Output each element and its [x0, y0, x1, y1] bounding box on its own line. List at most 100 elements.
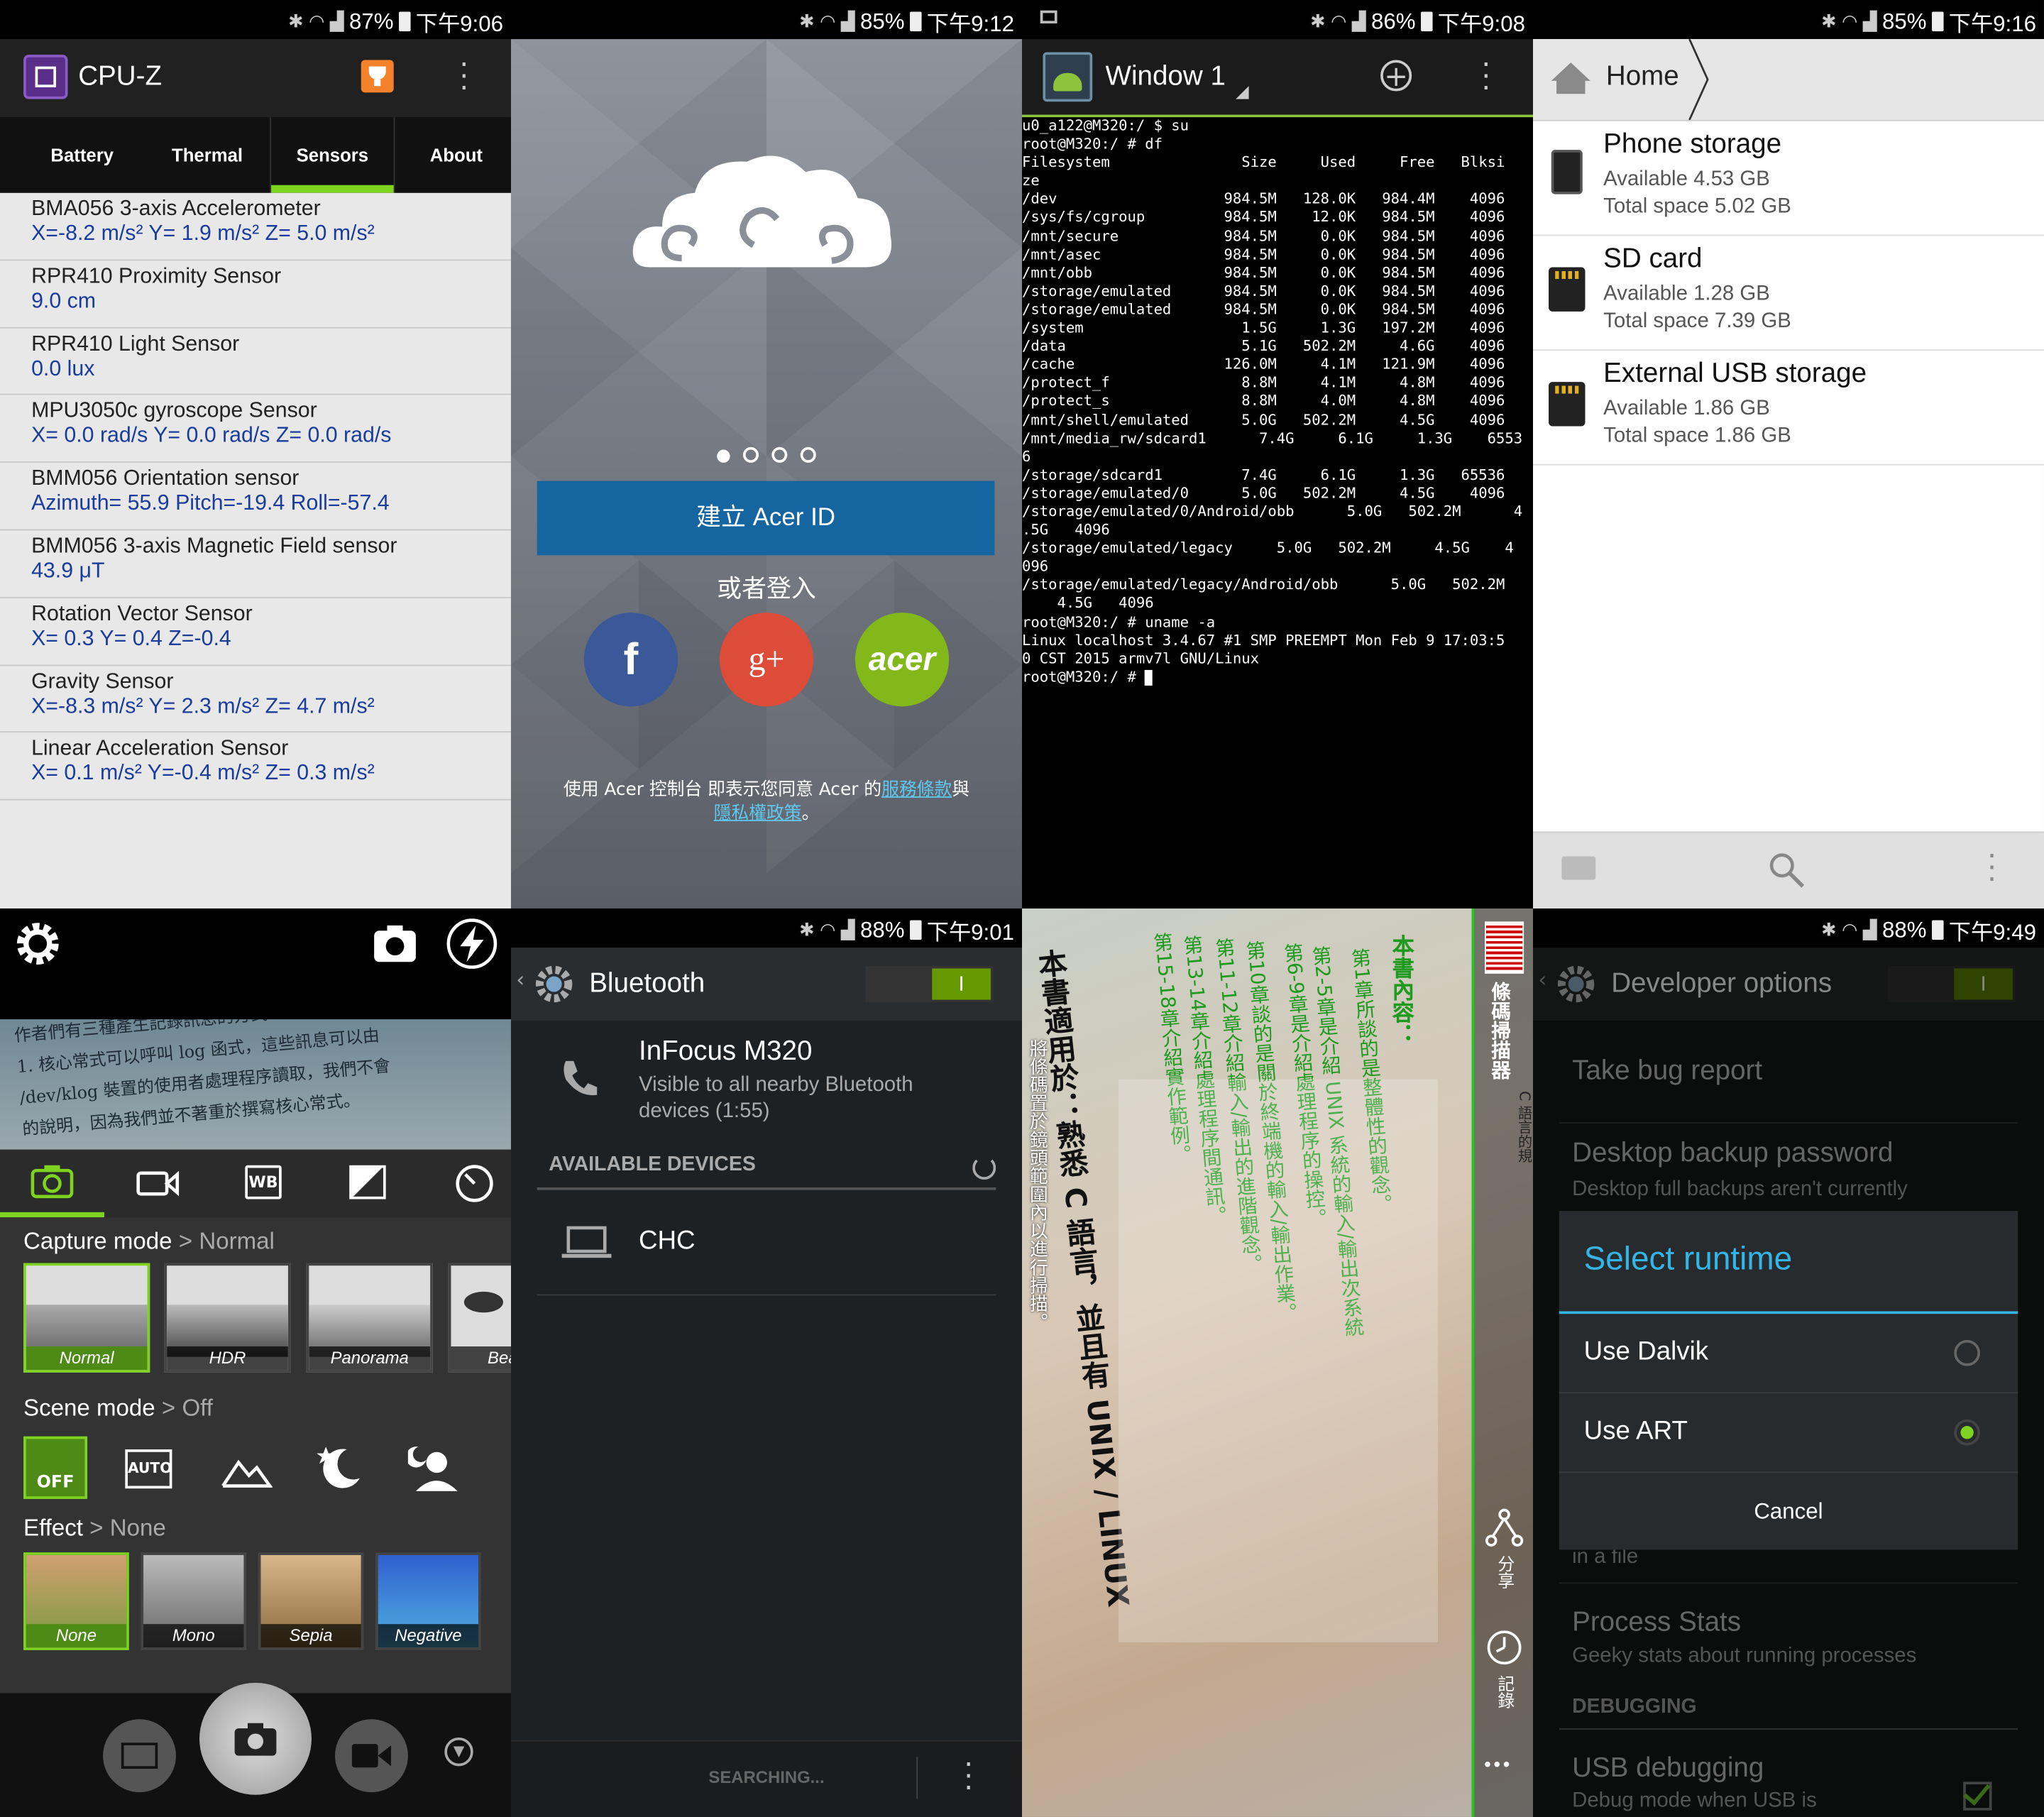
divider [1559, 1728, 2018, 1730]
bluetooth-settings-icon[interactable] [532, 962, 576, 1006]
tab-sensors[interactable]: Sensors [270, 117, 395, 193]
terminal-line: /mnt/shell/emulated 5.0G 502.2M 4.5G 409… [1022, 411, 1505, 429]
device-visibility[interactable]: Visible to all nearby Bluetooth devices … [639, 1072, 978, 1124]
dropdown-corner-icon[interactable] [1236, 86, 1249, 99]
cancel-button[interactable]: Cancel [1559, 1473, 2018, 1549]
chevron-down-icon[interactable]: ▼ [444, 1737, 473, 1767]
capture-mode-hdr[interactable]: HDR [164, 1263, 291, 1373]
page-title: Bluetooth [589, 968, 705, 999]
create-acer-id-button[interactable]: 建立 Acer ID [537, 481, 995, 556]
photo-tab[interactable] [0, 1150, 104, 1218]
night-icon[interactable] [313, 1442, 365, 1493]
video-record-button[interactable] [335, 1719, 408, 1793]
tab-bar: Battery Thermal Sensors About [0, 117, 511, 193]
window-title[interactable]: Window 1 [1106, 61, 1226, 92]
terminal-line: /storage/emulated/0 5.0G 502.2M 4.5G 409… [1022, 484, 1505, 502]
shutter-button[interactable] [199, 1682, 312, 1795]
terms-of-service-link[interactable]: 服務條款 [881, 779, 952, 800]
laptop-icon [561, 1226, 612, 1258]
settings-icon[interactable] [1554, 962, 1598, 1006]
terminal-line: u0_a122@M320:/ $ su [1022, 117, 1189, 135]
search-icon[interactable] [1768, 851, 1807, 890]
share-label[interactable]: 分享 [1491, 1555, 1516, 1589]
overflow-icon[interactable]: · · · [1987, 842, 1997, 894]
process-stats[interactable]: Process Stats [1572, 1607, 1741, 1638]
effect-negative[interactable]: Negative [375, 1552, 481, 1650]
google-plus-icon: g+ [748, 639, 785, 678]
page-dot-active [717, 449, 730, 463]
option-art[interactable]: Use ART [1559, 1393, 2018, 1473]
night-portrait-icon[interactable] [407, 1442, 466, 1493]
take-bug-report[interactable]: Take bug report [1572, 1056, 1762, 1087]
home-icon[interactable] [1549, 60, 1593, 96]
capture-mode-beauty[interactable]: Beauti [448, 1263, 511, 1373]
effect-mono[interactable]: Mono [141, 1552, 247, 1650]
camera-bottom-bar: ▼ [0, 1682, 511, 1817]
divider [1559, 1582, 2018, 1584]
desktop-backup-password[interactable]: Desktop backup password [1572, 1138, 1893, 1169]
overflow-icon[interactable]: · · · [1481, 52, 1492, 104]
exposure-icon[interactable] [349, 1165, 386, 1200]
scan-hint: 將條碼置於鏡頭範圍內以進行掃描。 [1027, 1038, 1048, 1331]
gear-icon[interactable] [12, 918, 64, 970]
radio-unchecked[interactable] [1954, 1339, 1980, 1366]
capture-mode-normal[interactable]: Normal [23, 1263, 150, 1373]
settings-panel: Capture mode > Normal Normal HDR Panoram… [0, 1217, 511, 1694]
google-plus-button[interactable]: g+ [719, 613, 814, 707]
device-item-chc[interactable]: CHC [537, 1192, 996, 1296]
signal-icon: ▟ [1862, 10, 1877, 32]
storage-item-usb[interactable]: External USB storage Available 1.86 GB T… [1533, 350, 2044, 466]
storage-item-sd[interactable]: SD card Available 1.28 GB Total space 7.… [1533, 236, 2044, 351]
tab-about[interactable]: About [395, 117, 511, 193]
terminal-line: 0 CST 2015 armv7l GNU/Linux [1022, 649, 1260, 667]
sensor-value: X= 0.1 m/s² Y=-0.4 m/s² Z= 0.3 m/s² [31, 762, 375, 786]
share-icon[interactable] [1485, 1508, 1524, 1547]
devopt-toggle[interactable]: I [1887, 965, 2016, 1003]
terminal-output[interactable]: u0_a122@M320:/ $ su root@M320:/ # df Files… [1022, 117, 1533, 908]
bluetooth-toggle[interactable]: I [865, 965, 994, 1003]
scene-off-button[interactable]: OFF [23, 1436, 88, 1499]
video-icon[interactable] [136, 1165, 180, 1202]
tab-thermal[interactable]: Thermal [146, 117, 269, 193]
back-caret[interactable]: ‹ [516, 967, 524, 992]
overflow-icon[interactable]: ••• [1482, 1756, 1512, 1777]
camera-switch-icon[interactable] [369, 918, 421, 970]
panorama-button[interactable] [103, 1719, 176, 1793]
video-icon [351, 1744, 392, 1768]
terminal-line: 096 [1022, 558, 1049, 576]
tab-battery[interactable]: Battery [21, 117, 143, 193]
searching-button[interactable]: SEARCHING... [511, 1767, 1022, 1787]
status-time: 下午9:12 [926, 11, 1014, 37]
storage-item-phone[interactable]: Phone storage Available 4.53 GB Total sp… [1533, 121, 2044, 236]
status-bar: ✱ ◠ ▟ 88% 下午9:01 [511, 908, 1022, 948]
flash-icon[interactable] [444, 916, 499, 971]
privacy-policy-link[interactable]: 隱私權政策 [714, 803, 802, 823]
scanner-side-bar: 條碼掃描器 C 語言的規 分享 記錄 ••• [1471, 908, 1533, 1817]
radio-checked[interactable] [1954, 1419, 1980, 1446]
terminal-app-bar: Window 1 + · · · [1022, 39, 1533, 118]
overflow-icon[interactable]: · · · [459, 52, 470, 104]
capture-mode-panorama[interactable]: Panorama [306, 1263, 433, 1373]
wb-icon[interactable]: WB [245, 1165, 282, 1200]
landscape-icon[interactable] [220, 1452, 273, 1491]
history-icon[interactable] [1485, 1628, 1524, 1667]
history-label[interactable]: 記錄 [1491, 1675, 1516, 1709]
list-item: Rotation Vector Sensor X= 0.3 Y= 0.4 Z=-0… [0, 598, 511, 666]
breadcrumb-home[interactable]: Home [1606, 61, 1679, 92]
usb-debugging-checkbox[interactable] [1963, 1777, 1992, 1811]
effect-sepia[interactable]: Sepia [258, 1552, 364, 1650]
usb-debugging[interactable]: USB debugging [1572, 1753, 1764, 1784]
effect-none[interactable]: None [23, 1552, 129, 1650]
back-caret[interactable]: ‹ [1538, 967, 1546, 992]
page-dot [742, 446, 759, 463]
facebook-button[interactable]: f [583, 613, 678, 707]
add-circle-icon[interactable]: + [1380, 60, 1412, 92]
acer-login-button[interactable]: acer [855, 613, 950, 707]
new-folder-icon[interactable] [1561, 856, 1596, 880]
option-dalvik[interactable]: Use Dalvik [1559, 1314, 2018, 1394]
overflow-icon[interactable]: · · · [963, 1751, 974, 1803]
timer-icon[interactable] [452, 1160, 496, 1204]
select-runtime-dialog: Select runtime Use Dalvik Use ART Cancel [1559, 1211, 2018, 1550]
trophy-icon[interactable] [361, 60, 394, 93]
scene-auto-button[interactable]: AUTO [125, 1449, 172, 1489]
